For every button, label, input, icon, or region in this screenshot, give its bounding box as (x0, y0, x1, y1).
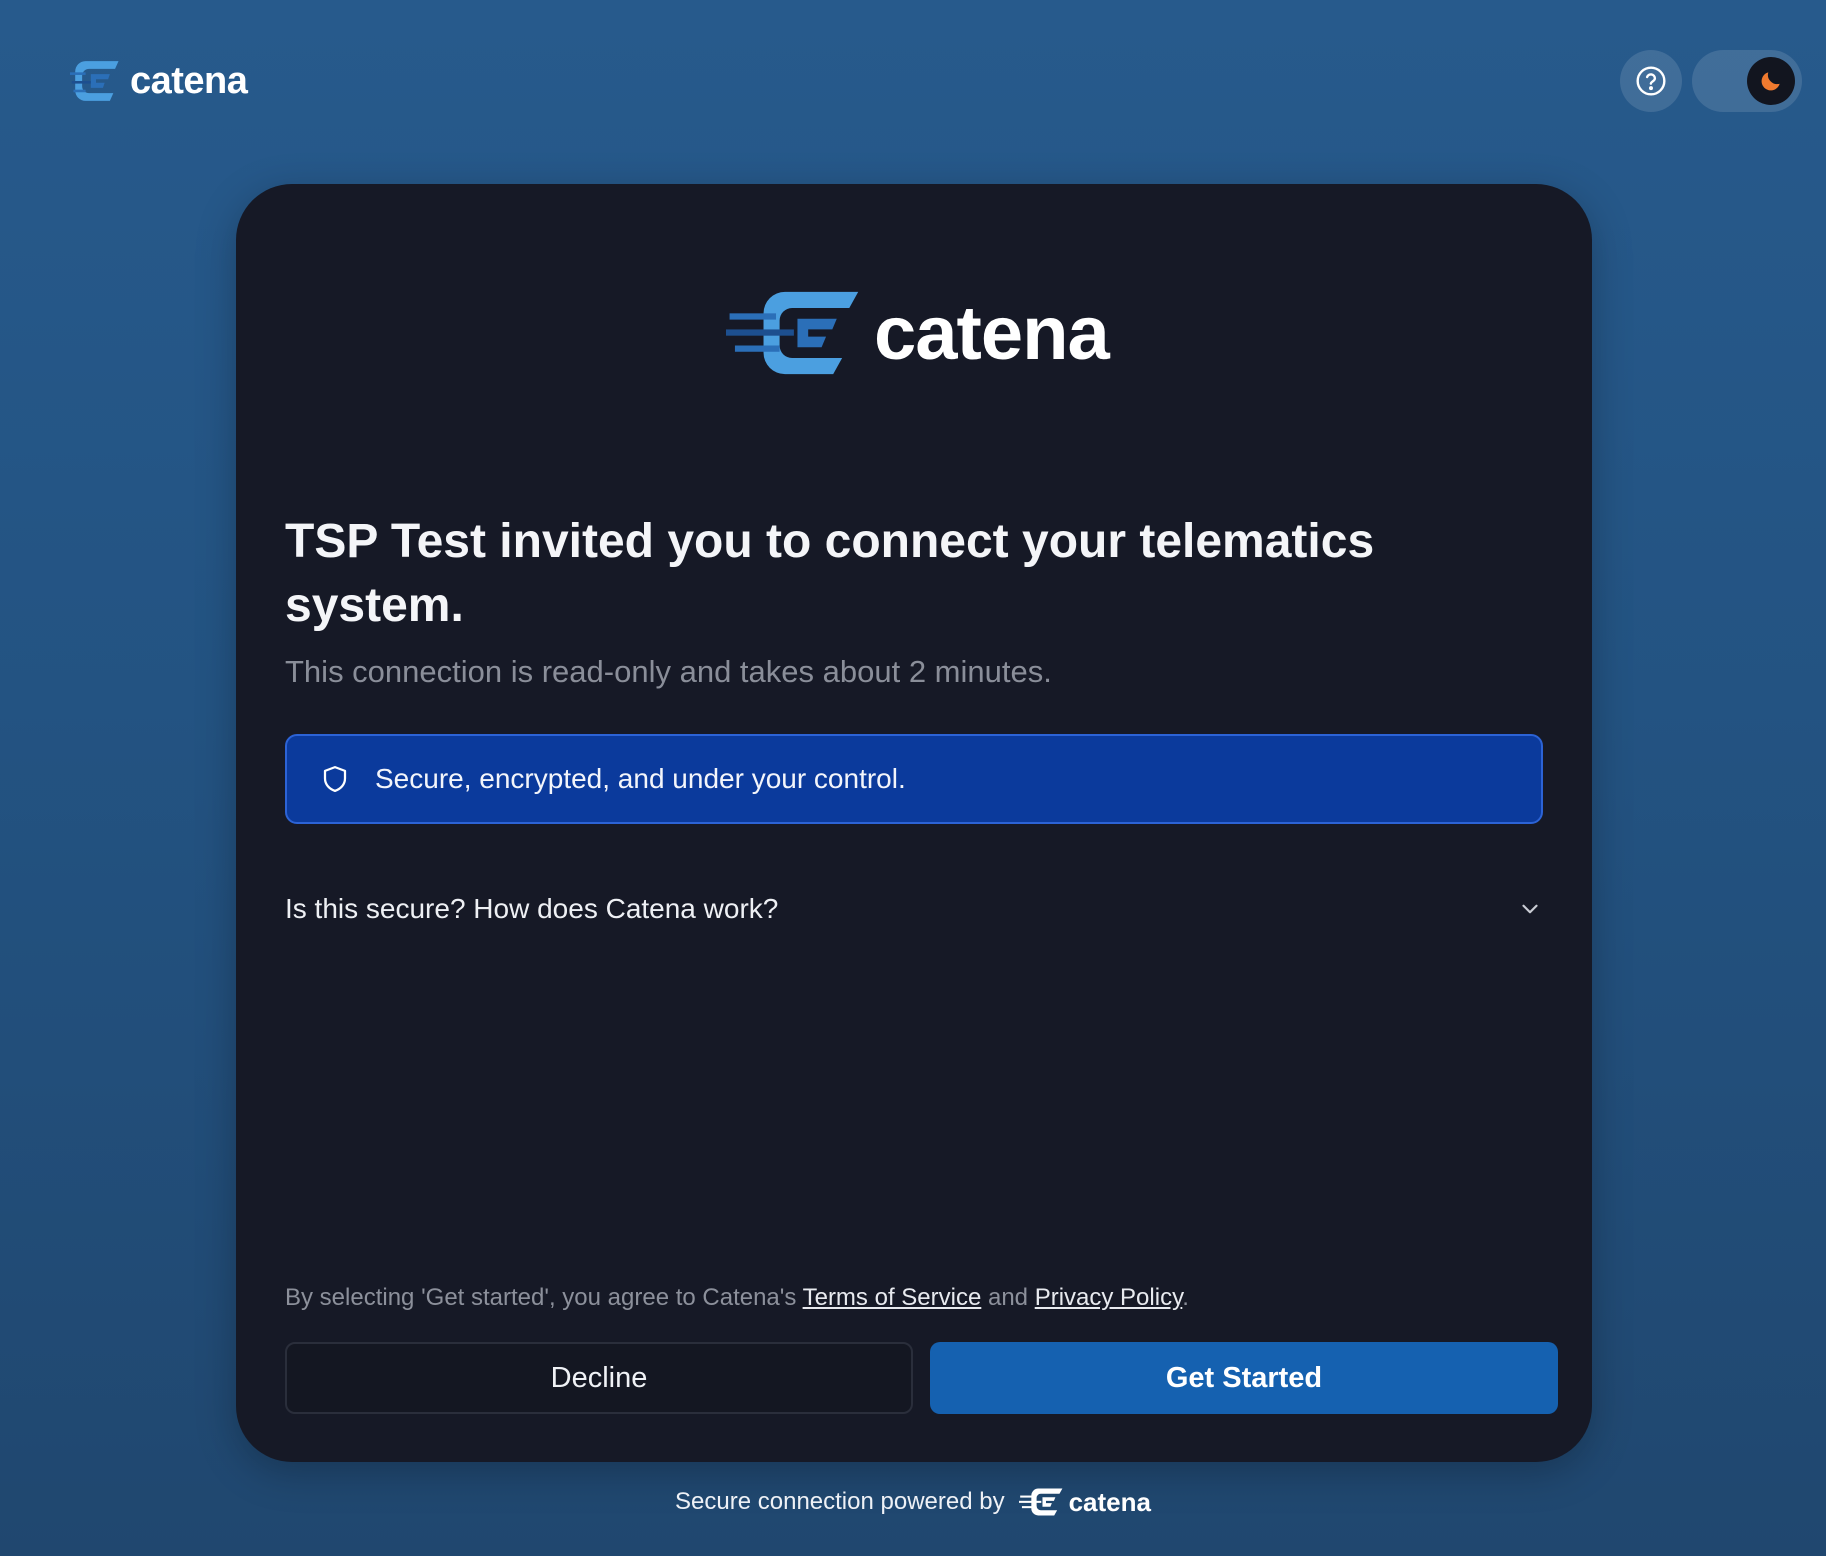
footer-brand-text: catena (1068, 1486, 1151, 1517)
catena-logo-icon (726, 291, 859, 375)
card-brand-text: catena (874, 290, 1110, 376)
invitation-card: catena TSP Test invited you to connect y… (236, 184, 1592, 1462)
decline-button[interactable]: Decline (285, 1342, 913, 1414)
security-banner-text: Secure, encrypted, and under your contro… (375, 763, 906, 794)
chevron-down-icon (1522, 904, 1538, 914)
catena-logo-icon (1018, 1488, 1062, 1516)
help-button[interactable] (1620, 50, 1682, 112)
header-logo[interactable]: catena (70, 56, 248, 106)
terms-of-service-link[interactable]: Terms of Service (803, 1284, 982, 1311)
privacy-policy-link[interactable]: Privacy Policy (1035, 1284, 1183, 1311)
get-started-button[interactable]: Get Started (930, 1342, 1558, 1414)
footer-text: Secure connection powered by (675, 1488, 1005, 1515)
footer: Secure connection powered by catena (0, 1480, 1826, 1524)
catena-logo-icon (70, 61, 119, 101)
security-banner: Secure, encrypted, and under your contro… (285, 734, 1543, 824)
card-logo: catena (726, 288, 1110, 378)
header-brand-text: catena (130, 59, 248, 102)
faq-accordion-toggle[interactable]: Is this secure? How does Catena work? (285, 884, 1543, 934)
agreement-prefix: By selecting 'Get started', you agree to… (285, 1284, 797, 1311)
help-circle-icon (1636, 66, 1666, 96)
page-subtitle: This connection is read-only and takes a… (285, 654, 1052, 689)
theme-toggle-knob (1747, 57, 1795, 105)
theme-toggle[interactable] (1692, 50, 1802, 112)
agreement-conjunction: and (987, 1284, 1029, 1311)
agreement-suffix: . (1182, 1284, 1189, 1311)
page-title: TSP Test invited you to connect your tel… (285, 515, 1375, 632)
shield-icon (319, 763, 351, 795)
moon-icon (1761, 72, 1780, 91)
footer-brand: catena (1018, 1486, 1151, 1518)
agreement-text: By selecting 'Get started', you agree to… (285, 1284, 1189, 1312)
faq-question: Is this secure? How does Catena work? (285, 893, 779, 924)
